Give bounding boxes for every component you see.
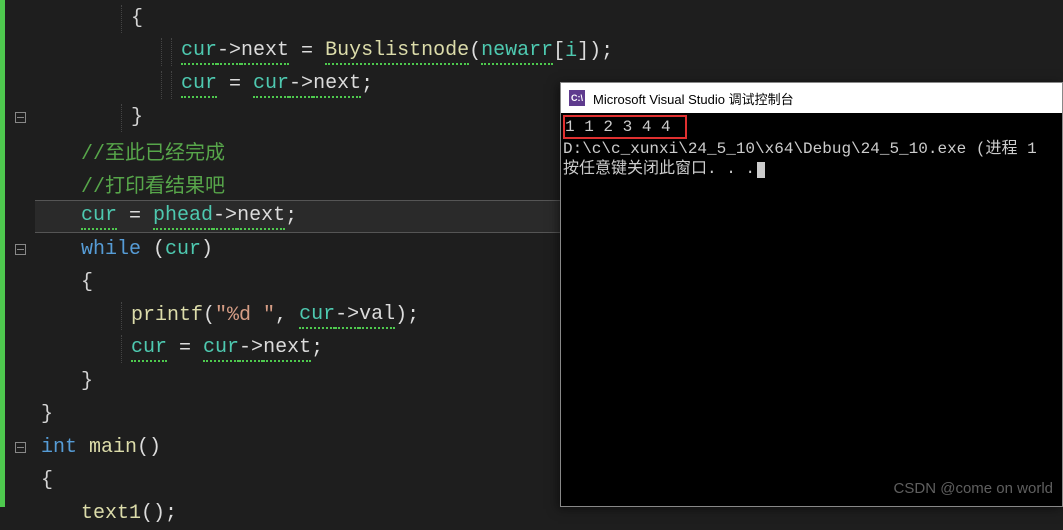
highlighted-output: 1 1 2 3 4 4 <box>563 115 687 139</box>
ident-cur: cur <box>181 72 217 98</box>
op-eq: = <box>117 205 153 228</box>
op-arrow: -> <box>239 336 263 362</box>
op-arrow: -> <box>335 303 359 329</box>
collapse-icon[interactable] <box>15 244 26 255</box>
brace-close: } <box>131 106 143 129</box>
op-arrow: -> <box>213 204 237 230</box>
bracket-open: [ <box>553 40 565 63</box>
ident-i: i <box>565 40 577 63</box>
paren-open: ( <box>203 304 215 327</box>
fn-text1: text1 <box>81 502 141 525</box>
ident-val: val <box>359 303 395 329</box>
ident-phead: phead <box>153 204 213 230</box>
watermark: CSDN @come on world <box>894 480 1053 497</box>
console-titlebar[interactable]: C:\ Microsoft Visual Studio 调试控制台 <box>561 83 1062 113</box>
ident-cur: cur <box>131 336 167 362</box>
parens: () <box>137 436 161 459</box>
ident-cur: cur <box>299 303 335 329</box>
ident-next: next <box>241 39 289 65</box>
ident-cur: cur <box>253 72 289 98</box>
collapse-icon[interactable] <box>15 112 26 123</box>
semicolon: ; <box>285 205 297 228</box>
comment-line: //至此已经完成 <box>81 136 225 166</box>
fn-main: main <box>89 436 137 459</box>
kw-int: int <box>41 436 77 459</box>
op-arrow: -> <box>217 39 241 65</box>
comment-line: //打印看结果吧 <box>81 169 225 199</box>
punc: (); <box>141 502 177 525</box>
collapse-icon[interactable] <box>15 442 26 453</box>
console-prompt: 按任意键关闭此窗口. . . <box>563 160 755 178</box>
ident-newarr: newarr <box>481 39 553 65</box>
punc: ]); <box>577 40 613 63</box>
brace-close: } <box>81 370 93 393</box>
string-fmt: "%d " <box>215 304 275 327</box>
debug-console-window[interactable]: C:\ Microsoft Visual Studio 调试控制台 1 1 2 … <box>560 82 1063 507</box>
op-eq: = <box>289 40 325 63</box>
semicolon: ; <box>361 73 373 96</box>
paren-open: ( <box>141 238 165 261</box>
op-arrow: -> <box>289 72 313 98</box>
brace-open: { <box>81 271 93 294</box>
console-path-line: D:\c\c_xunxi\24_5_10\x64\Debug\24_5_10.e… <box>563 139 1060 159</box>
ident-next: next <box>313 72 361 98</box>
semicolon: ; <box>311 337 323 360</box>
ident-next: next <box>263 336 311 362</box>
fn-buyslistnode: Buyslistnode <box>325 39 469 65</box>
paren-open: ( <box>469 40 481 63</box>
brace-close: } <box>41 403 53 426</box>
comma: , <box>275 304 299 327</box>
ident-cur: cur <box>181 39 217 65</box>
gutter <box>5 0 35 507</box>
op-eq: = <box>217 73 253 96</box>
cursor-icon <box>757 162 765 178</box>
op-eq: = <box>167 337 203 360</box>
console-title: Microsoft Visual Studio 调试控制台 <box>593 89 794 108</box>
ident-cur: cur <box>203 336 239 362</box>
punc: ); <box>395 304 419 327</box>
fn-printf: printf <box>131 304 203 327</box>
paren-close: ) <box>201 238 213 261</box>
ident-next: next <box>237 204 285 230</box>
brace-open: { <box>131 7 143 30</box>
console-body: 1 1 2 3 4 4 D:\c\c_xunxi\24_5_10\x64\Deb… <box>561 113 1062 181</box>
brace-open: { <box>41 469 53 492</box>
vs-icon: C:\ <box>569 90 585 106</box>
kw-while: while <box>81 238 141 261</box>
ident-cur: cur <box>165 238 201 261</box>
space <box>77 436 89 459</box>
ident-cur: cur <box>81 204 117 230</box>
